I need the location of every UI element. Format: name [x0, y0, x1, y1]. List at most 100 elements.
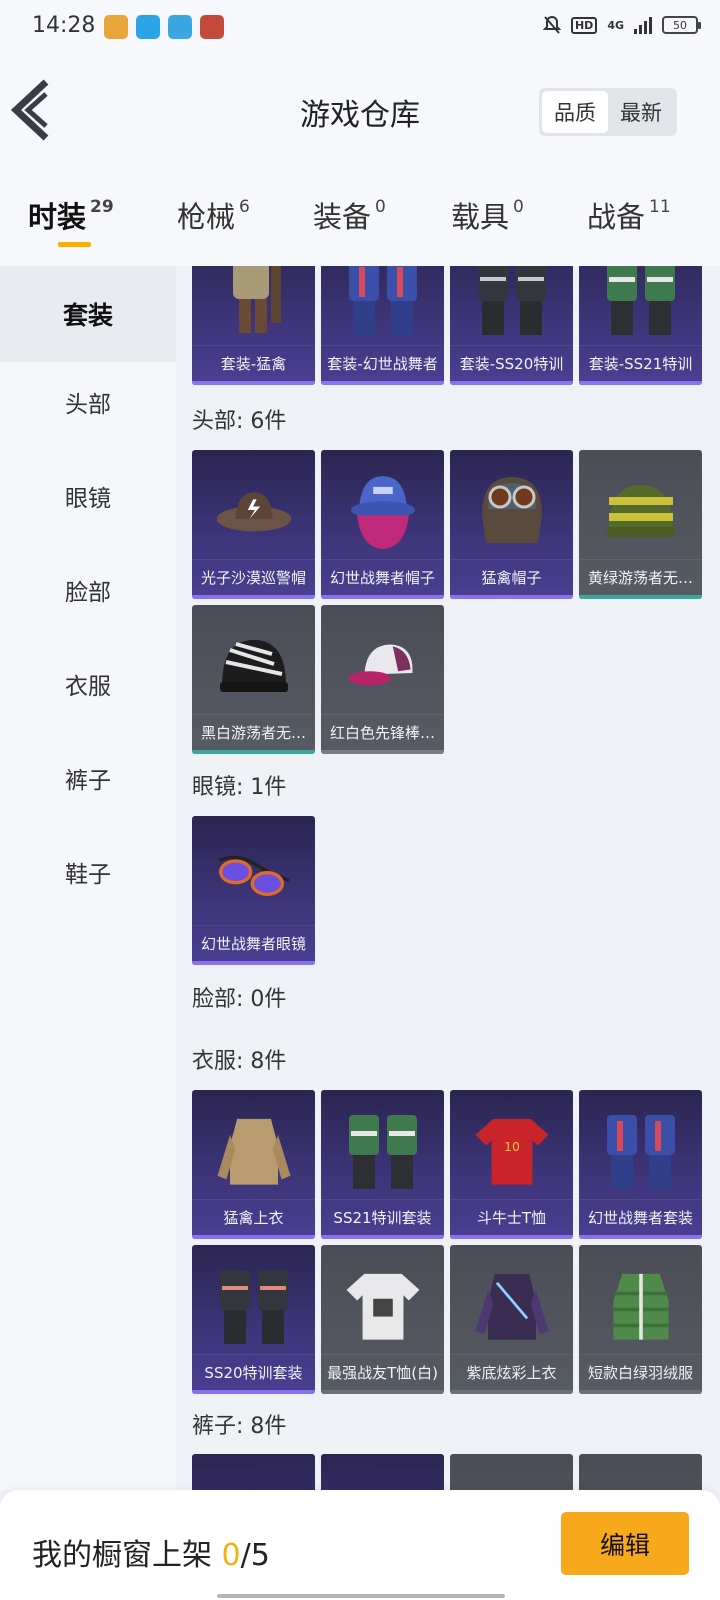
bucket-hat-icon	[343, 462, 423, 558]
battery-level: 50	[673, 18, 687, 32]
rarity-strip	[321, 1390, 444, 1394]
item-card[interactable]: 10 斗牛士T恤	[450, 1090, 573, 1239]
qq-penguin-icon	[136, 15, 160, 39]
glasses-grid: 幻世战舞者眼镜	[192, 816, 702, 965]
item-name: 幻世战舞者帽子	[321, 559, 444, 595]
category-tabs: 时装 29 枪械 6 装备 0 载具 0 战备 11	[0, 166, 720, 266]
sidebar-item-shoes[interactable]: 鞋子	[0, 824, 176, 920]
sidebar: 套装 头部 眼镜 脸部 衣服 裤子 鞋子	[0, 266, 176, 1490]
tab-fashion[interactable]: 时装 29	[28, 194, 114, 236]
battery-icon: 50	[662, 16, 701, 34]
item-card[interactable]: 黑白游荡者无…	[192, 605, 315, 754]
item-card[interactable]: 套装-幻世战舞者	[321, 266, 444, 385]
item-card[interactable]: 黄绿游荡者无…	[579, 450, 702, 599]
puffer-jacket-icon	[601, 1257, 681, 1353]
item-card[interactable]	[579, 1454, 702, 1490]
item-card[interactable]: 猛禽上衣	[192, 1090, 315, 1239]
rarity-strip	[192, 381, 315, 385]
rarity-strip	[579, 1235, 702, 1239]
item-card[interactable]: 幻世战舞者套装	[579, 1090, 702, 1239]
jacket-icon	[214, 1102, 294, 1198]
tab-label: 载具	[451, 200, 510, 234]
item-name: 光子沙漠巡警帽	[192, 559, 315, 595]
item-name: 套装-SS20特训	[450, 345, 573, 381]
edit-button[interactable]: 编辑	[561, 1512, 689, 1575]
item-card[interactable]: 猛禽帽子	[450, 450, 573, 599]
sidebar-item-pants[interactable]: 裤子	[0, 730, 176, 826]
item-card[interactable]: 红白色先锋棒…	[321, 605, 444, 754]
rarity-strip	[579, 595, 702, 599]
dancer-outfit-icon	[601, 1102, 681, 1198]
rarity-strip	[192, 595, 315, 599]
sidebar-item-clothes[interactable]: 衣服	[0, 636, 176, 732]
signal-icon	[634, 16, 652, 34]
sidebar-item-glasses[interactable]: 眼镜	[0, 448, 176, 544]
item-name: 斗牛士T恤	[450, 1199, 573, 1235]
suit-ss20-icon	[472, 266, 552, 344]
item-name: 最强战友T恤(白)	[321, 1354, 444, 1390]
red-jersey-icon: 10	[472, 1102, 552, 1198]
showcase-total: /5	[240, 1538, 270, 1573]
item-card[interactable]: 套装-猛禽	[192, 266, 315, 385]
item-card[interactable]: 套装-SS21特训	[579, 266, 702, 385]
item-card[interactable]: 幻世战舞者眼镜	[192, 816, 315, 965]
mute-bell-icon	[542, 15, 561, 34]
item-card[interactable]: 短款白绿羽绒服	[579, 1245, 702, 1394]
item-card[interactable]	[321, 1454, 444, 1490]
rarity-strip	[321, 750, 444, 754]
item-card[interactable]: SS20特训套装	[192, 1245, 315, 1394]
head-grid: 光子沙漠巡警帽 幻世战舞者帽子 猛禽帽子 黄绿游荡者无… 黑白游荡者无… 红白色…	[192, 450, 702, 754]
item-card[interactable]: 套装-SS20特训	[450, 266, 573, 385]
item-card[interactable]	[450, 1454, 573, 1490]
showcase-count: 0	[221, 1538, 241, 1573]
item-card[interactable]: 幻世战舞者帽子	[321, 450, 444, 599]
suits-grid: 套装-猛禽 套装-幻世战舞者 套装-SS20特训 套装-SS21特训	[192, 266, 702, 385]
game-app-icon	[104, 15, 128, 39]
item-name: 幻世战舞者眼镜	[192, 925, 315, 961]
item-name: 猛禽上衣	[192, 1199, 315, 1235]
item-card[interactable]: SS21特训套装	[321, 1090, 444, 1239]
rarity-strip	[321, 1235, 444, 1239]
tab-vehicles[interactable]: 载具 0	[451, 194, 524, 236]
item-name: 套装-猛禽	[192, 345, 315, 381]
section-title-glasses: 眼镜: 1件	[192, 775, 287, 800]
rarity-strip	[321, 381, 444, 385]
sidebar-item-face[interactable]: 脸部	[0, 542, 176, 638]
tab-count: 0	[513, 197, 524, 218]
tab-equipment[interactable]: 装备 0	[313, 194, 386, 236]
item-card[interactable]: 紫底炫彩上衣	[450, 1245, 573, 1394]
item-list[interactable]: 套装-猛禽 套装-幻世战舞者 套装-SS20特训 套装-SS21特训 头部: 6…	[176, 266, 720, 1490]
sidebar-item-head[interactable]: 头部	[0, 354, 176, 450]
item-name: 紫底炫彩上衣	[450, 1354, 573, 1390]
item-name: 短款白绿羽绒服	[579, 1354, 702, 1390]
item-card[interactable]	[192, 1454, 315, 1490]
clothes-grid: 猛禽上衣 SS21特训套装 10 斗牛士T恤 幻世战舞者套装 SS20特训套装 …	[192, 1090, 702, 1394]
item-name: SS21特训套装	[321, 1199, 444, 1235]
demon-app-icon	[200, 15, 224, 39]
active-tab-indicator	[58, 242, 91, 247]
baseball-cap-icon	[343, 617, 423, 713]
rarity-strip	[450, 1390, 573, 1394]
home-indicator[interactable]	[217, 1594, 505, 1598]
rarity-strip	[321, 595, 444, 599]
network-type: 4G	[607, 18, 624, 32]
tab-label: 枪械	[177, 200, 236, 234]
sidebar-item-suits[interactable]: 套装	[0, 266, 176, 362]
item-card[interactable]: 光子沙漠巡警帽	[192, 450, 315, 599]
sort-newest-button[interactable]: 最新	[608, 91, 674, 133]
section-title-pants: 裤子: 8件	[192, 1414, 287, 1439]
tab-weapons[interactable]: 枪械 6	[177, 194, 250, 236]
rarity-strip	[192, 1235, 315, 1239]
sort-quality-button[interactable]: 品质	[542, 91, 608, 133]
item-name: 套装-SS21特训	[579, 345, 702, 381]
rarity-strip	[450, 381, 573, 385]
striped-beanie-icon	[601, 462, 681, 558]
tab-supplies[interactable]: 战备 11	[587, 194, 671, 236]
pilot-helmet-icon	[472, 462, 552, 558]
item-card[interactable]: 最强战友T恤(白)	[321, 1245, 444, 1394]
section-title-head: 头部: 6件	[192, 409, 287, 434]
rarity-strip	[579, 381, 702, 385]
item-name: 黑白游荡者无…	[192, 714, 315, 750]
hd-badge: HD	[570, 16, 598, 34]
clock: 14:28	[32, 13, 96, 38]
